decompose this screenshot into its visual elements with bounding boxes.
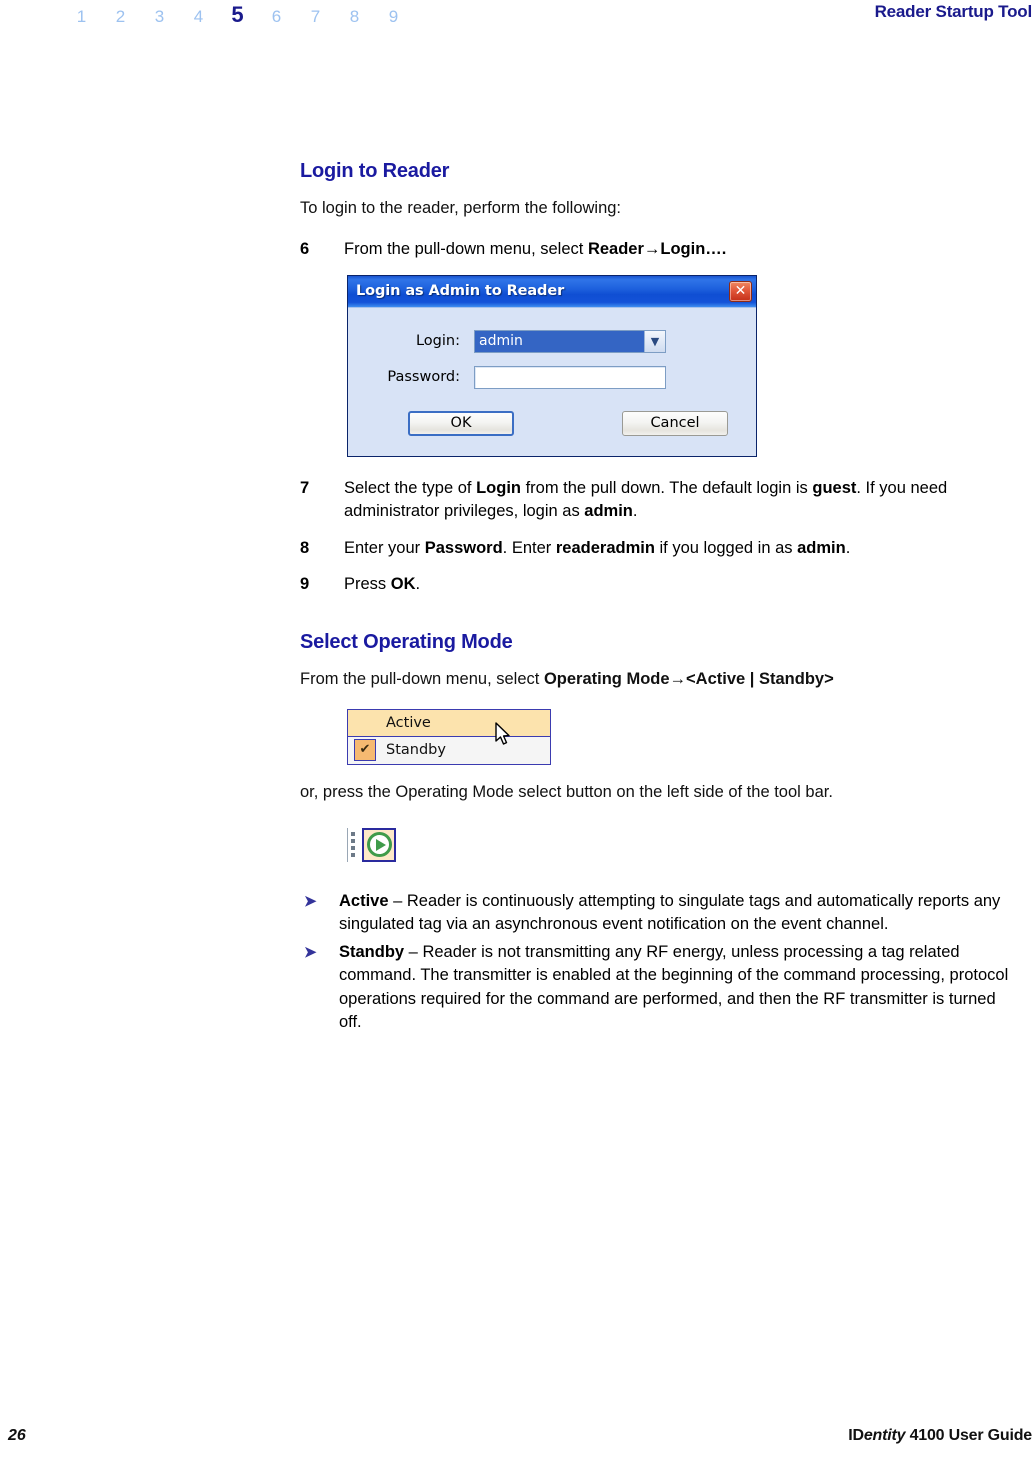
step-7-number: 7	[300, 478, 310, 497]
chapter-number-strip: 1 2 3 4 5 6 7 8 9	[62, 2, 413, 28]
login-label: Login:	[415, 333, 460, 349]
login-row: Login: admin ▼	[370, 329, 734, 353]
step-7: 7 Select the type of Login from the pull…	[300, 477, 1015, 524]
menu-item-standby[interactable]: ✔ Standby	[348, 736, 550, 764]
step-6-number: 6	[300, 240, 310, 258]
login-combobox-value[interactable]: admin	[475, 330, 644, 352]
cancel-button[interactable]: Cancel	[622, 410, 728, 436]
chapter-num-8[interactable]: 8	[335, 7, 374, 27]
menu-item-active-label: Active	[386, 714, 431, 731]
chapter-num-2[interactable]: 2	[101, 7, 140, 27]
toolbar-button-figure	[347, 826, 411, 864]
page-footer: 26 IDentity 4100 User Guide	[0, 1427, 1034, 1453]
footer-guide-suffix: 4100 User Guide	[905, 1427, 1033, 1444]
bullet-standby-text: Standby – Reader is not transmitting any…	[339, 942, 1009, 1032]
password-label: Password:	[387, 369, 460, 385]
page-header: 1 2 3 4 5 6 7 8 9 Reader Startup Tool	[0, 0, 1034, 34]
dialog-button-row: OK Cancel	[370, 402, 734, 436]
green-play-circle-icon	[366, 832, 392, 857]
login-intro-text: To login to the reader, perform the foll…	[300, 199, 622, 217]
heading-login-to-reader: Login to Reader	[300, 160, 450, 182]
step-9-text: Press OK.	[344, 575, 421, 593]
dialog-titlebar: Login as Admin to Reader ✕	[348, 275, 756, 307]
grip-dot	[351, 853, 355, 857]
step-8-text: Enter your Password. Enter readeradmin i…	[344, 538, 851, 557]
step-9-number: 9	[300, 575, 310, 593]
chevron-down-icon[interactable]: ▼	[644, 330, 665, 352]
chapter-num-9[interactable]: 9	[374, 7, 413, 27]
operating-mode-menu-figure: Active ✔ Standby	[347, 708, 551, 765]
chapter-num-6[interactable]: 6	[257, 7, 296, 27]
operating-mode-select-button[interactable]	[362, 827, 396, 862]
close-icon[interactable]: ✕	[729, 280, 752, 302]
footer-guide-italic: entity	[863, 1427, 906, 1444]
step-8: 8 Enter your Password. Enter readeradmin…	[300, 537, 1015, 561]
operating-mode-menu: Active ✔ Standby	[347, 708, 551, 765]
menu-item-standby-label: Standby	[386, 741, 446, 758]
password-row: Password:	[370, 365, 734, 389]
operating-mode-intro: From the pull-down menu, select Operatin…	[300, 669, 834, 688]
bullet-standby: ➤ Standby – Reader is not transmitting a…	[300, 941, 1015, 1035]
login-dialog-figure: Login as Admin to Reader ✕ Login: admin …	[347, 274, 1015, 457]
step-6: 6 From the pull-down menu, select Reader…	[300, 238, 1015, 262]
chapter-num-4[interactable]: 4	[179, 7, 218, 27]
footer-guide-prefix: ID	[848, 1427, 864, 1444]
chevron-bullet-icon: ➤	[304, 892, 317, 910]
checkmark-icon: ✔	[354, 738, 376, 761]
chapter-num-7[interactable]: 7	[296, 7, 335, 27]
menu-item-standby-check-cell: ✔	[348, 738, 382, 761]
step-8-number: 8	[300, 538, 310, 557]
play-triangle-icon	[375, 838, 386, 851]
dialog-body: Login: admin ▼ Password: OK Cancel	[348, 306, 756, 456]
button-spacer	[557, 411, 579, 436]
footer-guide-title: IDentity 4100 User Guide	[848, 1427, 1032, 1445]
step-7-text: Select the type of Login from the pull d…	[344, 478, 948, 521]
bullet-active-text: Active – Reader is continuously attempti…	[339, 891, 1001, 934]
login-combobox[interactable]: admin ▼	[474, 329, 666, 353]
chapter-num-1[interactable]: 1	[62, 7, 101, 27]
heading-select-operating-mode: Select Operating Mode	[300, 630, 513, 653]
grip-dot	[351, 846, 355, 850]
bullet-active: ➤ Active – Reader is continuously attemp…	[300, 890, 1015, 937]
grip-dot	[351, 839, 355, 843]
chapter-num-3[interactable]: 3	[140, 7, 179, 27]
login-dialog: Login as Admin to Reader ✕ Login: admin …	[347, 274, 757, 457]
toolbar-grip-icon[interactable]	[347, 827, 358, 862]
page-content: Login to Reader To login to the reader, …	[300, 160, 1015, 1039]
step-9: 9 Press OK.	[300, 573, 1015, 597]
grip-dot	[351, 832, 355, 836]
menu-item-active[interactable]: Active	[347, 708, 551, 737]
chevron-bullet-icon: ➤	[304, 943, 317, 961]
operating-mode-alt-text: or, press the Operating Mode select butt…	[300, 782, 833, 801]
chapter-num-5-current[interactable]: 5	[218, 2, 257, 28]
running-header-title: Reader Startup Tool	[874, 2, 1033, 21]
ok-button[interactable]: OK	[408, 410, 514, 436]
dialog-title: Login as Admin to Reader	[356, 283, 565, 299]
footer-page-number: 26	[8, 1427, 26, 1444]
step-6-text: From the pull-down menu, select Reader→L…	[344, 240, 727, 258]
password-field[interactable]	[474, 365, 666, 389]
